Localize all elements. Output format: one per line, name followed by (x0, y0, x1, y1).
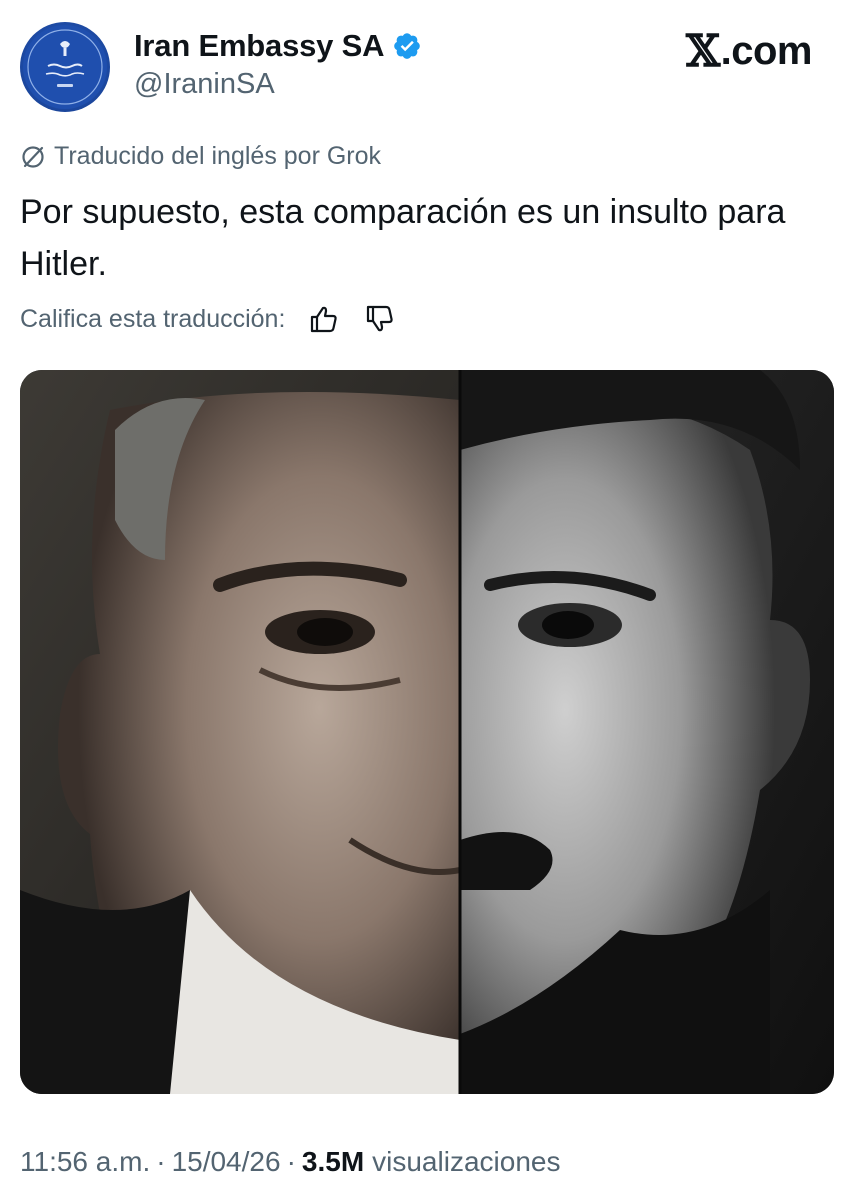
views-label: visualizaciones (372, 1146, 561, 1177)
thumbs-up-icon (311, 306, 338, 333)
display-name-row: Iran Embassy SA (134, 26, 422, 66)
thumbs-down-icon (367, 305, 394, 332)
tweet-media-image[interactable] (20, 370, 834, 1094)
thumbs-down-button[interactable] (363, 302, 397, 336)
author-handle[interactable]: @IraninSA (134, 68, 422, 101)
media-photo (20, 370, 834, 1094)
display-name[interactable]: Iran Embassy SA (134, 28, 384, 64)
no-translate-icon (20, 144, 46, 170)
brand-name: com (731, 29, 812, 73)
brand-logo: 𝕏 . com (685, 26, 813, 77)
avatar[interactable] (20, 22, 110, 112)
translation-notice-text: Traducido del inglés por Grok (54, 142, 382, 170)
rate-translation: Califica esta traducción: (20, 302, 397, 336)
tweet-date[interactable]: 15/04/26 (172, 1146, 281, 1178)
rate-translation-label: Califica esta traducción: (20, 304, 286, 333)
brand-dot: . (720, 29, 732, 73)
meta-separator: · (286, 1146, 296, 1177)
tweet-text: Por supuesto, esta comparación es un ins… (20, 193, 786, 283)
tweet-header: Iran Embassy SA @IraninSA 𝕏 . com (20, 22, 834, 114)
verified-badge-icon (392, 31, 422, 61)
thumbs-up-button[interactable] (307, 302, 341, 336)
translation-notice: Traducido del inglés por Grok (20, 142, 381, 171)
meta-separator: · (156, 1146, 166, 1177)
tweet-time[interactable]: 11:56 a.m. (20, 1146, 150, 1178)
author-block: Iran Embassy SA @IraninSA (134, 26, 422, 101)
tweet-meta: 11:56 a.m. · 15/04/26 · 3.5M visualizaci… (20, 1146, 560, 1178)
x-logo-icon: 𝕏 (685, 26, 720, 77)
embassy-seal-icon (23, 25, 107, 109)
views-count: 3.5M (301, 1146, 365, 1177)
